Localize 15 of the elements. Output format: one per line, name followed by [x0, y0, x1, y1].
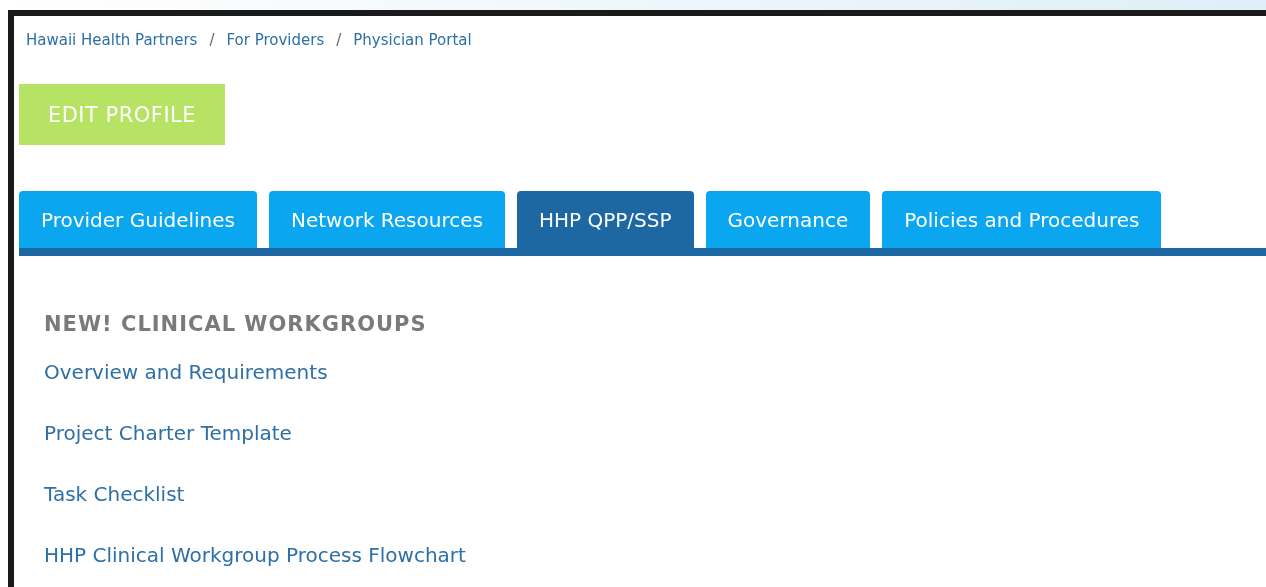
tab[interactable]: Provider Guidelines [19, 191, 257, 248]
breadcrumb-link[interactable]: Physician Portal [353, 31, 472, 49]
breadcrumb-link[interactable]: For Providers [226, 31, 325, 49]
section-heading: NEW! CLINICAL WORKGROUPS [44, 312, 428, 336]
tab[interactable]: Network Resources [268, 191, 505, 248]
tab[interactable]: Governance [705, 191, 871, 248]
document-link[interactable]: Overview and Requirements [44, 360, 328, 421]
document-link[interactable]: Project Charter Template [44, 421, 292, 482]
breadcrumb-separator: / [209, 31, 215, 49]
breadcrumb-link[interactable]: Hawaii Health Partners [26, 31, 198, 49]
document-link[interactable]: Task Checklist [44, 482, 185, 543]
breadcrumb-separator: / [336, 31, 342, 49]
document-link[interactable]: HHP Clinical Workgroup Process Flowchart [44, 543, 466, 587]
tab[interactable]: Policies and Procedures [882, 191, 1162, 248]
tab[interactable]: HHP QPP/SSP [516, 191, 694, 248]
